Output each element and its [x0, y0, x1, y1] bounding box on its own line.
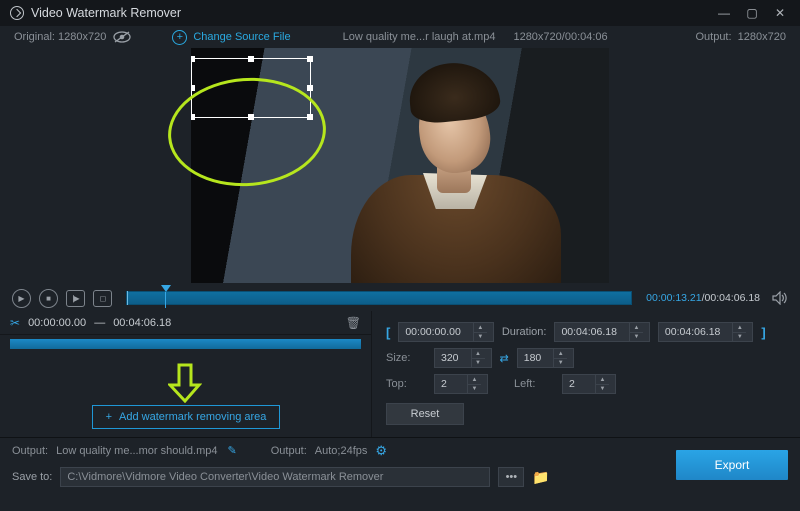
resize-handle[interactable] [248, 56, 254, 62]
timecode-current: 00:00:13.21 [646, 292, 701, 304]
properties-panel: [ 00:00:00.00▲▼ Duration: 00:04:06.18▲▼ … [372, 311, 800, 437]
height-field[interactable]: 180▲▼ [517, 348, 575, 368]
title-bar: Video Watermark Remover — ▢ ✕ [0, 0, 800, 26]
transport-bar: ▶ ■ |▶ ◻ 00:00:13.21/00:04:06.18 [0, 283, 800, 311]
output-format-label: Output: [271, 445, 307, 457]
range-start-bracket[interactable]: [ [386, 325, 390, 340]
play-button[interactable]: ▶ [12, 289, 31, 308]
left-label: Left: [514, 378, 554, 390]
plus-circle-icon: + [172, 30, 187, 45]
range-end-field[interactable]: 00:04:06.18▲▼ [658, 322, 753, 342]
add-watermark-area-label: Add watermark removing area [119, 411, 266, 423]
duration-field[interactable]: 00:04:06.18▲▼ [554, 322, 649, 342]
output-settings-icon[interactable]: ⚙ [375, 443, 387, 459]
preview-toggle-icon[interactable] [112, 31, 132, 43]
volume-icon[interactable] [772, 291, 788, 305]
size-label: Size: [386, 352, 426, 364]
minimize-button[interactable]: — [710, 3, 738, 23]
watermark-selection-box[interactable] [191, 58, 311, 118]
stop-button[interactable]: ■ [39, 289, 58, 308]
aspect-lock-icon[interactable]: ⇄ [500, 352, 509, 365]
timeline-scrubber[interactable] [126, 291, 632, 305]
duration-label: Duration: [502, 326, 547, 338]
range-start-field[interactable]: 00:00:00.00▲▼ [398, 322, 493, 342]
app-title: Video Watermark Remover [31, 6, 181, 20]
resize-handle[interactable] [191, 85, 195, 91]
lower-panels: ✂ 00:00:00.00 — 00:04:06.18 🗑 + Add wate… [0, 311, 800, 437]
close-button[interactable]: ✕ [766, 3, 794, 23]
output-file-name: Low quality me...mor should.mp4 [56, 445, 217, 457]
source-meta: 1280x720/00:04:06 [513, 31, 607, 43]
change-source-label: Change Source File [193, 31, 290, 43]
delete-segment-icon[interactable]: 🗑 [346, 316, 361, 330]
add-watermark-area-button[interactable]: + Add watermark removing area [92, 405, 280, 429]
info-row: Original: 1280x720 + Change Source File … [0, 26, 800, 48]
top-label: Top: [386, 378, 426, 390]
original-label: Original: [14, 31, 55, 43]
width-field[interactable]: 320▲▼ [434, 348, 492, 368]
source-filename: Low quality me...r laugh at.mp4 [343, 31, 496, 43]
scissors-icon: ✂ [10, 316, 20, 330]
preview-area [0, 48, 800, 283]
timecode-total: 00:04:06.18 [705, 292, 760, 304]
browse-path-button[interactable]: ••• [498, 467, 524, 487]
output-file-label: Output: [12, 445, 48, 457]
change-source-button[interactable]: + Change Source File [172, 30, 290, 45]
export-button[interactable]: Export [676, 450, 788, 480]
resize-handle[interactable] [307, 114, 313, 120]
app-logo-icon [10, 6, 24, 20]
annotation-arrow [168, 363, 202, 403]
timecode: 00:00:13.21/00:04:06.18 [646, 292, 760, 304]
maximize-button[interactable]: ▢ [738, 3, 766, 23]
resize-handle[interactable] [191, 56, 195, 62]
segments-panel: ✂ 00:00:00.00 — 00:04:06.18 🗑 + Add wate… [0, 311, 372, 437]
playhead[interactable] [161, 285, 171, 308]
segment-row[interactable]: ✂ 00:00:00.00 — 00:04:06.18 🗑 [0, 311, 371, 335]
save-to-label: Save to: [12, 471, 52, 483]
save-path-field[interactable]: C:\Vidmore\Vidmore Video Converter\Video… [60, 467, 490, 487]
original-resolution: 1280x720 [58, 31, 106, 43]
segment-end: 00:04:06.18 [113, 317, 171, 329]
output-label: Output: [695, 31, 731, 43]
left-field[interactable]: 2▲▼ [562, 374, 616, 394]
top-field[interactable]: 2▲▼ [434, 374, 488, 394]
plus-icon: + [106, 411, 112, 423]
reset-button[interactable]: Reset [386, 403, 464, 425]
rename-output-icon[interactable]: ✎ [228, 444, 237, 457]
video-preview[interactable] [191, 48, 609, 283]
resize-handle[interactable] [307, 85, 313, 91]
save-bar: Save to: C:\Vidmore\Vidmore Video Conver… [0, 463, 800, 491]
resize-handle[interactable] [307, 56, 313, 62]
next-frame-button[interactable]: |▶ [66, 290, 85, 307]
range-end-bracket[interactable]: ] [761, 325, 765, 340]
output-resolution: 1280x720 [738, 31, 786, 43]
resize-handle[interactable] [191, 114, 195, 120]
segment-bar[interactable] [10, 339, 361, 349]
resize-handle[interactable] [248, 114, 254, 120]
video-frame-content [351, 60, 551, 283]
open-folder-icon[interactable]: 📁 [532, 469, 549, 486]
segment-start: 00:00:00.00 [28, 317, 86, 329]
output-format-value: Auto;24fps [315, 445, 368, 457]
segment-separator: — [94, 317, 105, 329]
snapshot-button[interactable]: ◻ [93, 290, 112, 307]
